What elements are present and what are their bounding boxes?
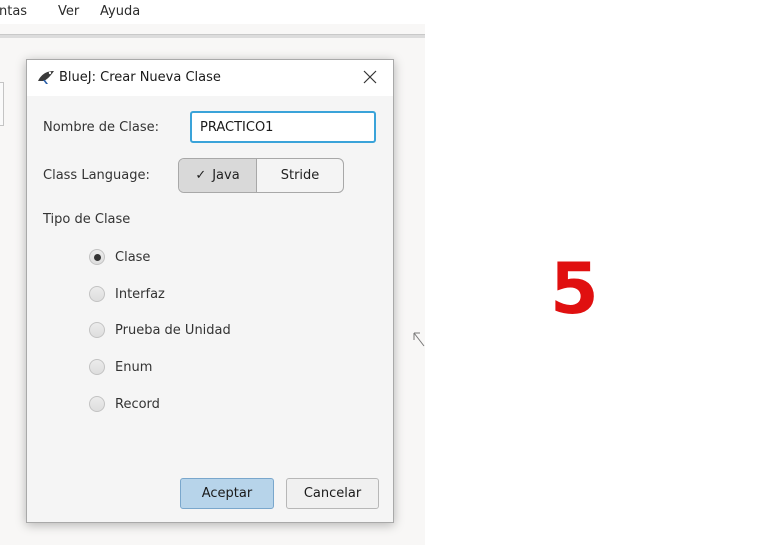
class-language-label: Class Language: — [43, 168, 150, 183]
type-option-label: Clase — [115, 249, 151, 265]
menu-ayuda[interactable]: Ayuda — [100, 4, 140, 19]
type-option-clase[interactable]: Clase — [89, 247, 150, 267]
language-stride-option[interactable]: Stride — [257, 159, 343, 192]
checkmark-icon: ✓ — [195, 168, 207, 183]
menubar-divider — [0, 34, 425, 38]
type-option-label: Interfaz — [115, 286, 165, 302]
class-name-label: Nombre de Clase: — [43, 120, 159, 135]
radio-button[interactable] — [89, 322, 105, 338]
class-diagram-edge — [0, 82, 4, 126]
type-option-enum[interactable]: Enum — [89, 357, 152, 377]
new-class-dialog: BlueJ: Crear Nueva Clase Nombre de Clase… — [26, 59, 394, 523]
radio-button[interactable] — [89, 396, 105, 412]
language-java-label: Java — [212, 168, 240, 183]
type-option-prueba-de-unidad[interactable]: Prueba de Unidad — [89, 320, 231, 340]
menu-herramientas[interactable]: ntas — [0, 4, 27, 19]
class-name-input[interactable] — [190, 111, 376, 143]
class-language-toggle: ✓ Java Stride — [178, 158, 344, 193]
mouse-cursor-icon — [413, 332, 425, 347]
bluej-bird-icon — [38, 71, 54, 84]
type-option-label: Record — [115, 396, 160, 412]
dialog-title: BlueJ: Crear Nueva Clase — [59, 70, 221, 85]
class-type-heading: Tipo de Clase — [43, 212, 131, 227]
step-number: 5 — [550, 248, 599, 330]
type-option-interfaz[interactable]: Interfaz — [89, 284, 165, 304]
type-option-label: Prueba de Unidad — [115, 322, 231, 338]
language-stride-label: Stride — [280, 168, 320, 183]
type-option-label: Enum — [115, 359, 153, 375]
close-icon[interactable] — [361, 68, 379, 86]
accept-button[interactable]: Aceptar — [180, 478, 274, 509]
radio-button[interactable] — [89, 359, 105, 375]
type-option-record[interactable]: Record — [89, 394, 160, 414]
menubar: ntas Ver Ayuda — [0, 0, 425, 24]
radio-selected-dot — [93, 253, 101, 261]
language-java-option[interactable]: ✓ Java — [179, 159, 257, 192]
bluej-main-window: ntas Ver Ayuda BlueJ: Crear Nueva Clase … — [0, 0, 425, 545]
radio-button[interactable] — [89, 249, 105, 265]
dialog-titlebar: BlueJ: Crear Nueva Clase — [27, 60, 393, 96]
cancel-button[interactable]: Cancelar — [286, 478, 379, 509]
radio-button[interactable] — [89, 286, 105, 302]
menu-ver[interactable]: Ver — [58, 4, 79, 19]
